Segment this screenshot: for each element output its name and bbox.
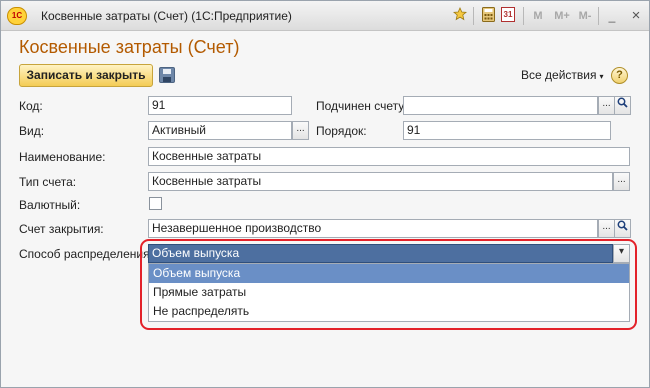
title-bar: 1С Косвенные затраты (Счет) (1С:Предприя… bbox=[1, 1, 649, 31]
dropdown-option[interactable]: Объем выпуска bbox=[149, 264, 629, 283]
memory-plus-button[interactable]: M+ bbox=[551, 7, 573, 25]
account-type-label: Тип счета: bbox=[19, 175, 77, 189]
closing-account-field[interactable]: Незавершенное производство bbox=[148, 219, 598, 238]
dropdown-option[interactable]: Прямые затраты bbox=[149, 283, 629, 302]
distribution-options-list: Объем выпуска Прямые затраты Не распреде… bbox=[148, 263, 630, 322]
all-actions-menu[interactable]: Все действия ▾ bbox=[521, 68, 603, 82]
memory-minus-button[interactable]: M- bbox=[575, 7, 595, 25]
help-button[interactable]: ? bbox=[611, 67, 628, 84]
type-field[interactable]: Активный bbox=[148, 121, 292, 140]
chevron-down-icon[interactable]: ▾ bbox=[613, 244, 630, 263]
account-type-select-button[interactable]: ... bbox=[613, 172, 630, 191]
closing-account-select-button[interactable]: ... bbox=[598, 219, 615, 238]
calculator-icon[interactable] bbox=[479, 7, 497, 25]
memory-m-button[interactable]: M bbox=[529, 7, 547, 25]
distribution-method-label: Способ распределения: bbox=[19, 247, 153, 261]
calendar-icon[interactable]: 31 bbox=[501, 7, 519, 25]
magnifier-icon[interactable] bbox=[614, 96, 631, 115]
window-title: Косвенные затраты (Счет) (1С:Предприятие… bbox=[41, 9, 292, 23]
type-select-button[interactable]: ... bbox=[292, 121, 309, 140]
magnifier-icon[interactable] bbox=[614, 219, 631, 238]
parent-account-select-button[interactable]: ... bbox=[598, 96, 615, 115]
app-window: 1С Косвенные затраты (Счет) (1С:Предприя… bbox=[0, 0, 650, 388]
name-field[interactable]: Косвенные затраты bbox=[148, 147, 630, 166]
currency-label: Валютный: bbox=[19, 198, 81, 212]
code-field[interactable]: 91 bbox=[148, 96, 292, 115]
distribution-method-select[interactable]: Объем выпуска bbox=[148, 244, 613, 263]
type-label: Вид: bbox=[19, 124, 45, 138]
star-icon[interactable] bbox=[451, 7, 469, 25]
app-logo-icon: 1С bbox=[7, 7, 27, 25]
parent-account-field[interactable] bbox=[403, 96, 598, 115]
chevron-down-icon: ▾ bbox=[599, 72, 604, 81]
order-field[interactable]: 91 bbox=[403, 121, 611, 140]
account-type-field[interactable]: Косвенные затраты bbox=[148, 172, 613, 191]
order-label: Порядок: bbox=[316, 124, 367, 138]
name-label: Наименование: bbox=[19, 150, 106, 164]
dropdown-option[interactable]: Не распределять bbox=[149, 302, 629, 321]
all-actions-label: Все действия bbox=[521, 68, 597, 82]
closing-account-label: Счет закрытия: bbox=[19, 222, 104, 236]
minimize-button[interactable]: _ bbox=[603, 7, 621, 25]
currency-checkbox[interactable] bbox=[149, 197, 162, 210]
floppy-icon[interactable] bbox=[159, 67, 175, 83]
parent-account-label: Подчинен счету: bbox=[316, 99, 408, 113]
close-button[interactable]: × bbox=[627, 7, 645, 25]
code-label: Код: bbox=[19, 99, 43, 113]
save-and-close-button[interactable]: Записать и закрыть bbox=[19, 64, 153, 87]
calendar-glyph: 31 bbox=[501, 7, 515, 22]
form-title: Косвенные затраты (Счет) bbox=[19, 37, 240, 57]
